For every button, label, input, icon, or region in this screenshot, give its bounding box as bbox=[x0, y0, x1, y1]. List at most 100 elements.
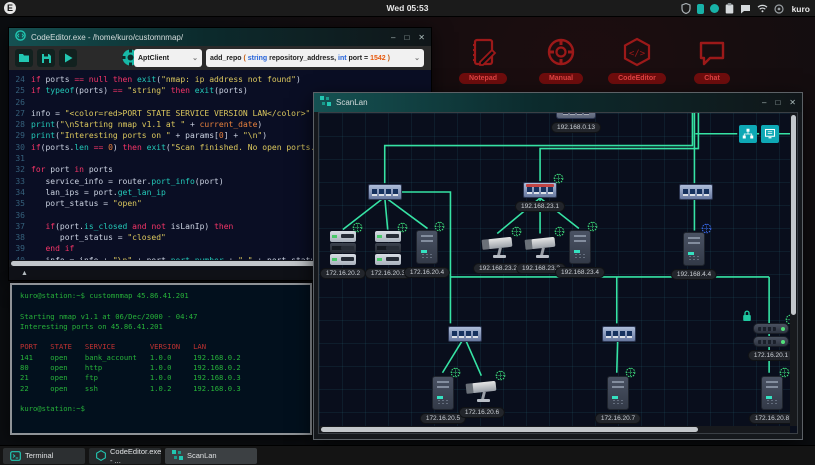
maximize-button[interactable]: □ bbox=[775, 98, 780, 107]
globe-icon bbox=[587, 219, 598, 237]
taskbar: Terminal CodeEditor.exe - ... ScanLan bbox=[0, 445, 815, 465]
map-vertical-scrollbar[interactable] bbox=[790, 113, 797, 426]
terminal-line: 21 open ftp 1.0.0 192.168.0.3 bbox=[20, 373, 302, 383]
globe-icon bbox=[495, 368, 506, 386]
shield-icon[interactable] bbox=[681, 3, 691, 14]
globe-icon bbox=[450, 365, 461, 383]
map-node-172.16.20.3[interactable]: 172.16.20.3 bbox=[375, 231, 401, 265]
map-node-172.16.20.5[interactable]: 172.16.20.5 bbox=[432, 376, 454, 410]
manual-icon bbox=[544, 36, 578, 70]
terminal-window[interactable]: kuro@station:~$ customnmap 45.86.41.201 … bbox=[10, 283, 312, 435]
system-tray: kuro bbox=[681, 0, 810, 17]
terminal-line bbox=[20, 332, 302, 342]
run-button[interactable] bbox=[59, 49, 77, 67]
taskbar-item-terminal[interactable]: Terminal bbox=[3, 448, 85, 464]
map-node-switch[interactable] bbox=[679, 184, 713, 200]
globe-icon bbox=[701, 221, 712, 239]
terminal-line bbox=[20, 301, 302, 311]
code-editor-toolbar: AptClient ⌄ add_repo ( string repository… bbox=[9, 46, 431, 70]
chevron-down-icon: ⌄ bbox=[189, 54, 198, 62]
taskbar-item-codeeditor[interactable]: CodeEditor.exe - ... bbox=[89, 448, 161, 464]
node-ip-label: 192.168.23.4 bbox=[555, 267, 605, 278]
node-ip-label: 172.16.20.4 bbox=[404, 267, 450, 278]
clipboard-icon[interactable] bbox=[725, 3, 734, 14]
status-dot-icon[interactable] bbox=[710, 4, 719, 13]
scrollbar-thumb[interactable] bbox=[791, 115, 796, 315]
desktop-icon-chat[interactable]: Chat bbox=[676, 36, 748, 84]
terminal-icon bbox=[10, 451, 21, 461]
top-bar: E Wed 05:53 kuro bbox=[0, 0, 815, 17]
window-title: ScanLan bbox=[336, 98, 757, 107]
map-node-172.16.20.6[interactable]: 172.16.20.6 bbox=[465, 379, 499, 404]
node-ip-label: 192.168.0.13 bbox=[551, 122, 601, 133]
terminal-line: PORT STATE SERVICE VERSION LAN bbox=[20, 342, 302, 352]
map-node-172.16.20.7[interactable]: 172.16.20.7 bbox=[607, 376, 629, 410]
map-node-172.16.20.2[interactable]: 172.16.20.2 bbox=[330, 231, 356, 265]
map-node-switch[interactable] bbox=[602, 326, 636, 342]
screen-status-icon[interactable] bbox=[697, 4, 704, 14]
terminal-line: kuro@station:~$ customnmap 45.86.41.201 bbox=[20, 291, 302, 301]
map-node-192.168.0.13[interactable]: 192.168.0.13 bbox=[556, 112, 596, 119]
wifi-icon[interactable] bbox=[757, 4, 768, 13]
maximize-button[interactable]: □ bbox=[404, 33, 409, 42]
lock-icon bbox=[742, 309, 752, 327]
map-node-192.168.23.2[interactable]: 192.168.23.2 bbox=[481, 235, 515, 260]
desktop-icon-label: CodeEditor bbox=[608, 73, 666, 84]
device-view-button[interactable] bbox=[761, 125, 779, 143]
chat-icon bbox=[695, 36, 729, 70]
chat-bubble-icon[interactable] bbox=[740, 4, 751, 14]
desktop-icon-codeeditor[interactable]: </> CodeEditor bbox=[601, 36, 673, 84]
map-node-switch[interactable] bbox=[368, 184, 402, 200]
map-node-192.168.4.4[interactable]: 192.168.4.4 bbox=[683, 232, 705, 266]
minimize-button[interactable]: – bbox=[391, 33, 395, 42]
api-class-select[interactable]: AptClient ⌄ bbox=[134, 49, 202, 67]
map-node-192.168.23.4[interactable]: 192.168.23.4 bbox=[569, 230, 591, 264]
node-ip-label: 172.16.20.8 bbox=[749, 413, 795, 424]
terminal-line: 141 open bank_account 1.0.0 192.168.0.2 bbox=[20, 353, 302, 363]
map-horizontal-scrollbar[interactable] bbox=[319, 426, 790, 433]
globe-icon bbox=[352, 220, 363, 238]
terminal-line: Starting nmap v1.1 at 06/Dec/2000 - 04:4… bbox=[20, 312, 302, 322]
map-node-192.168.23.1[interactable]: 192.168.23.1 bbox=[523, 182, 557, 198]
close-button[interactable]: ✕ bbox=[418, 33, 425, 42]
globe-icon bbox=[434, 219, 445, 237]
svg-text:</>: </> bbox=[629, 49, 646, 59]
codeeditor-icon: </> bbox=[620, 36, 654, 70]
taskbar-item-scanlan[interactable]: ScanLan bbox=[165, 448, 257, 464]
close-button[interactable]: ✕ bbox=[789, 98, 796, 107]
desktop-icon-notepad[interactable]: Notepad bbox=[447, 36, 519, 84]
globe-icon bbox=[397, 220, 408, 238]
scanlan-window-icon bbox=[320, 94, 331, 112]
username: kuro bbox=[792, 4, 810, 14]
desktop-icon-label: Chat bbox=[694, 73, 730, 84]
node-ip-label: 192.168.4.4 bbox=[671, 269, 717, 280]
map-node-switch[interactable] bbox=[448, 326, 482, 342]
codeeditor-icon bbox=[96, 450, 106, 461]
save-button[interactable] bbox=[37, 49, 55, 67]
minimize-button[interactable]: – bbox=[762, 98, 766, 107]
codeeditor-window-icon bbox=[15, 28, 26, 46]
method-signature-select[interactable]: add_repo ( string repository_address, in… bbox=[206, 49, 424, 67]
lan-view-button[interactable] bbox=[739, 125, 757, 143]
terminal-line: 80 open http 1.0.0 192.168.0.2 bbox=[20, 363, 302, 373]
open-file-button[interactable] bbox=[15, 49, 33, 67]
map-node-172.16.20.1[interactable]: 172.16.20.1 bbox=[753, 323, 789, 347]
user-icon[interactable] bbox=[774, 4, 784, 14]
code-line: 24if ports == null then exit("nmap: ip a… bbox=[9, 74, 431, 85]
desktop-icon-manual[interactable]: Manual bbox=[525, 36, 597, 84]
network-map[interactable]: 192.168.0.13172.16.20.2172.16.20.3172.16… bbox=[318, 112, 798, 434]
terminal-line bbox=[20, 394, 302, 404]
chevron-down-icon: ⌄ bbox=[411, 54, 420, 62]
globe-icon bbox=[553, 171, 564, 189]
scanlan-icon bbox=[172, 450, 183, 461]
globe-icon bbox=[511, 224, 522, 242]
map-node-192.168.23.3[interactable]: 192.168.23.3 bbox=[524, 235, 558, 260]
map-node-172.16.20.8[interactable]: 172.16.20.8 bbox=[761, 376, 783, 410]
scrollbar-thumb[interactable] bbox=[321, 427, 698, 432]
method-signature: add_repo ( string repository_address, in… bbox=[210, 55, 390, 62]
code-editor-titlebar[interactable]: CodeEditor.exe - /home/kuro/customnmap/ … bbox=[9, 28, 431, 46]
expand-console-arrow-icon[interactable]: ▲ bbox=[21, 270, 28, 277]
globe-icon bbox=[779, 365, 790, 383]
map-node-172.16.20.4[interactable]: 172.16.20.4 bbox=[416, 230, 438, 264]
scanlan-titlebar[interactable]: ScanLan – □ ✕ bbox=[314, 93, 802, 112]
